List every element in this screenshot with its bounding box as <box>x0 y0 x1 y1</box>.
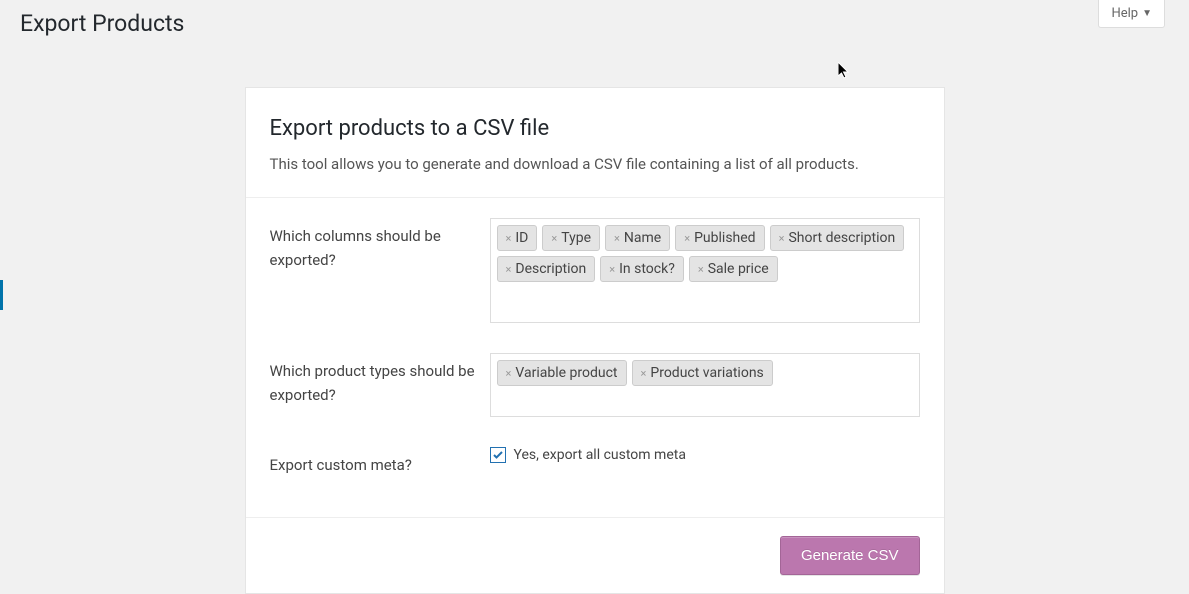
selected-tag[interactable]: ×Product variations <box>632 360 773 386</box>
check-icon <box>492 449 504 461</box>
remove-tag-icon[interactable]: × <box>698 263 704 276</box>
columns-label: Which columns should be exported? <box>270 218 490 272</box>
selected-tag[interactable]: ×Variable product <box>497 360 627 386</box>
remove-tag-icon[interactable]: × <box>684 232 690 245</box>
selected-tag[interactable]: ×Short description <box>770 225 905 251</box>
page-header: Export Products Help ▼ <box>0 0 1189 57</box>
panel-body: Which columns should be exported? ×ID×Ty… <box>246 198 944 517</box>
page-title: Export Products <box>20 10 184 37</box>
panel-title: Export products to a CSV file <box>270 116 920 141</box>
custom-meta-label: Export custom meta? <box>270 447 490 477</box>
cursor-icon <box>838 62 854 82</box>
selected-tag[interactable]: × Type <box>542 225 600 251</box>
selected-tag[interactable]: ×ID <box>497 225 538 251</box>
panel-header: Export products to a CSV file This tool … <box>246 88 944 198</box>
selected-tag[interactable]: × In stock? <box>600 256 684 282</box>
custom-meta-checkbox-label: Yes, export all custom meta <box>514 447 686 463</box>
caret-down-icon: ▼ <box>1142 8 1152 19</box>
generate-csv-button[interactable]: Generate CSV <box>780 536 920 575</box>
tag-label: Description <box>515 261 586 277</box>
help-tab[interactable]: Help ▼ <box>1098 0 1165 28</box>
product-types-label: Which product types should be exported? <box>270 353 490 407</box>
tag-label: Short description <box>788 230 895 246</box>
remove-tag-icon[interactable]: × <box>641 367 647 380</box>
export-panel: Export products to a CSV file This tool … <box>245 87 945 594</box>
remove-tag-icon[interactable]: × <box>609 263 615 276</box>
columns-row: Which columns should be exported? ×ID×Ty… <box>270 218 920 323</box>
remove-tag-icon[interactable]: × <box>779 232 785 245</box>
tag-label: ID <box>515 230 528 246</box>
selected-tag[interactable]: × Name <box>605 225 670 251</box>
remove-tag-icon[interactable]: × <box>506 263 512 276</box>
tag-label: In stock? <box>619 261 675 277</box>
product-types-row: Which product types should be exported? … <box>270 353 920 417</box>
remove-tag-icon[interactable]: × <box>506 367 512 380</box>
panel-description: This tool allows you to generate and dow… <box>270 155 920 173</box>
selected-tag[interactable]: ×Description <box>497 256 596 282</box>
tag-label: Published <box>694 230 755 246</box>
remove-tag-icon[interactable]: × <box>614 232 620 245</box>
remove-tag-icon[interactable]: × <box>506 232 512 245</box>
tag-label: Name <box>624 230 661 246</box>
remove-tag-icon[interactable]: × <box>551 232 557 245</box>
columns-select[interactable]: ×ID×Type×Name×Published×Short descriptio… <box>490 218 920 323</box>
tag-label: Sale price <box>708 261 769 277</box>
left-accent-bar <box>0 280 3 310</box>
tag-label: Type <box>561 230 591 246</box>
tag-label: Product variations <box>650 365 763 381</box>
selected-tag[interactable]: × Sale price <box>689 256 778 282</box>
help-label: Help <box>1111 6 1138 21</box>
custom-meta-checkbox-row: Yes, export all custom meta <box>490 447 920 463</box>
panel-footer: Generate CSV <box>246 517 944 593</box>
custom-meta-checkbox[interactable] <box>490 447 506 463</box>
tag-label: Variable product <box>515 365 617 381</box>
custom-meta-row: Export custom meta? Yes, export all cust… <box>270 447 920 477</box>
selected-tag[interactable]: × Published <box>675 225 764 251</box>
product-types-select[interactable]: ×Variable product×Product variations <box>490 353 920 417</box>
